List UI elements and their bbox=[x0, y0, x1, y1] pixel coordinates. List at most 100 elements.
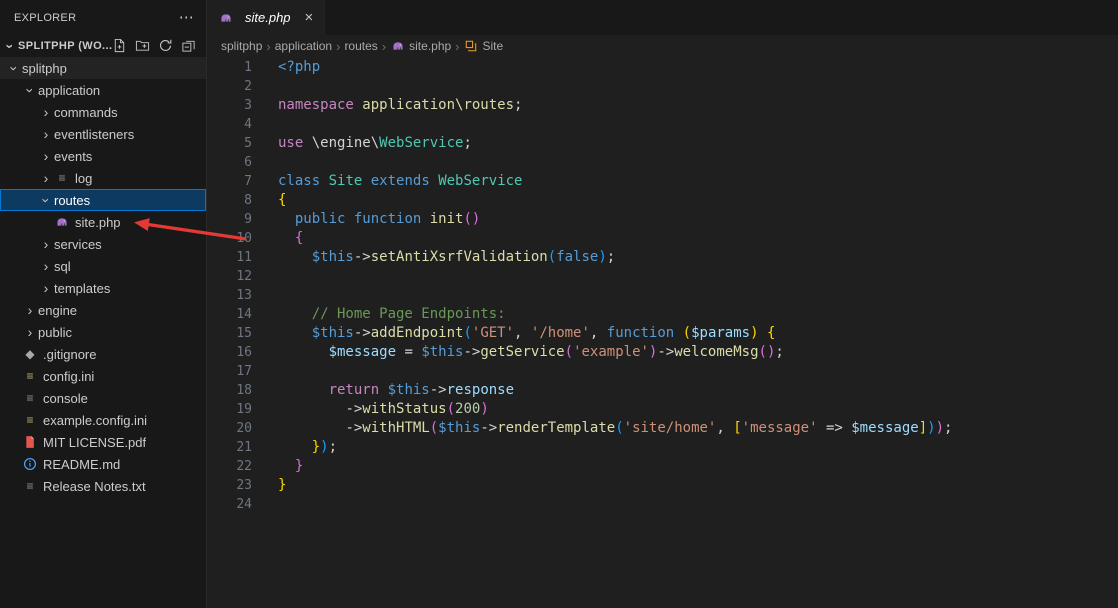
breadcrumb-item-site.php[interactable]: site.php bbox=[390, 39, 451, 54]
code-token: ( bbox=[548, 249, 556, 265]
code-token: ; bbox=[775, 344, 783, 360]
line-number[interactable]: 13 bbox=[207, 286, 252, 305]
breadcrumb-item-application[interactable]: application bbox=[275, 39, 332, 53]
line-number[interactable]: 10 bbox=[207, 229, 252, 248]
code-editor[interactable]: 1<?php23namespace application\routes;45u… bbox=[207, 57, 1118, 608]
line-number[interactable]: 1 bbox=[207, 58, 252, 77]
tree-item-mit-license.pdf[interactable]: MIT LICENSE.pdf bbox=[0, 431, 206, 453]
code-token bbox=[278, 306, 312, 322]
class-icon bbox=[464, 39, 479, 54]
tab-site-php[interactable]: site.php × bbox=[207, 0, 325, 35]
tree-item-templates[interactable]: ›templates bbox=[0, 277, 206, 299]
tree-item-release-notes.txt[interactable]: ≡Release Notes.txt bbox=[0, 475, 206, 497]
code-text: ->withHTML($this->renderTemplate('site/h… bbox=[278, 419, 952, 438]
line-number[interactable]: 19 bbox=[207, 400, 252, 419]
code-token: ) bbox=[750, 325, 758, 341]
line-number[interactable]: 7 bbox=[207, 172, 252, 191]
tree-item-splitphp[interactable]: ›splitphp bbox=[0, 57, 206, 79]
tab-label: site.php bbox=[245, 10, 291, 25]
code-text: return $this->response bbox=[278, 381, 514, 400]
tree-item-eventlisteners[interactable]: ›eventlisteners bbox=[0, 123, 206, 145]
new-folder-icon[interactable] bbox=[135, 38, 151, 54]
vscode-window: EXPLORER ⋯ › SPLITPHP (WO... ›splitphp›a… bbox=[0, 0, 1118, 608]
tree-item-config.ini[interactable]: ≡config.ini bbox=[0, 365, 206, 387]
line-number[interactable]: 4 bbox=[207, 115, 252, 134]
code-token bbox=[379, 382, 387, 398]
code-token: -> bbox=[480, 420, 497, 436]
line-number[interactable]: 3 bbox=[207, 96, 252, 115]
code-text: // Home Page Endpoints: bbox=[278, 305, 506, 324]
line-number[interactable]: 12 bbox=[207, 267, 252, 286]
ini-icon: ≡ bbox=[22, 368, 38, 384]
code-token: ( bbox=[463, 211, 471, 227]
breadcrumb-item-splitphp[interactable]: splitphp bbox=[221, 39, 262, 53]
ini-icon: ≡ bbox=[22, 412, 38, 428]
code-token: , bbox=[514, 325, 531, 341]
code-token: } bbox=[295, 458, 303, 474]
line-number[interactable]: 20 bbox=[207, 419, 252, 438]
tree-item-services[interactable]: ›services bbox=[0, 233, 206, 255]
close-icon[interactable]: × bbox=[305, 9, 314, 26]
line-number[interactable]: 24 bbox=[207, 495, 252, 514]
line-number[interactable]: 8 bbox=[207, 191, 252, 210]
tree-item-site.php[interactable]: site.php bbox=[0, 211, 206, 233]
tree-item-label: README.md bbox=[43, 457, 120, 472]
line-number[interactable]: 18 bbox=[207, 381, 252, 400]
tree-item-example.config.ini[interactable]: ≡example.config.ini bbox=[0, 409, 206, 431]
code-text: <?php bbox=[278, 58, 320, 77]
code-token: Site bbox=[329, 173, 363, 189]
tree-item-sql[interactable]: ›sql bbox=[0, 255, 206, 277]
tree-item-readme.md[interactable]: README.md bbox=[0, 453, 206, 475]
editor-group: site.php × splitphp›application›routes›s… bbox=[207, 0, 1118, 608]
tree-item-engine[interactable]: ›engine bbox=[0, 299, 206, 321]
tree-item-events[interactable]: ›events bbox=[0, 145, 206, 167]
tree-item-console[interactable]: ≡console bbox=[0, 387, 206, 409]
breadcrumb-separator-icon: › bbox=[336, 39, 340, 54]
code-token: ) bbox=[320, 439, 328, 455]
more-actions-icon[interactable]: ⋯ bbox=[179, 10, 194, 25]
tree-item-routes[interactable]: ›routes bbox=[0, 189, 206, 211]
tree-item-public[interactable]: ›public bbox=[0, 321, 206, 343]
chevron-collapsed-icon: › bbox=[38, 105, 54, 120]
code-token: => bbox=[826, 420, 843, 436]
code-token: -> bbox=[657, 344, 674, 360]
code-line: 8{ bbox=[207, 191, 1118, 210]
code-token: ; bbox=[463, 135, 471, 151]
line-number[interactable]: 11 bbox=[207, 248, 252, 267]
code-token bbox=[278, 439, 312, 455]
tree-item-application[interactable]: ›application bbox=[0, 79, 206, 101]
tree-item-log[interactable]: ›≡log bbox=[0, 167, 206, 189]
line-number[interactable]: 21 bbox=[207, 438, 252, 457]
code-text: $message = $this->getService('example')-… bbox=[278, 343, 784, 362]
code-text: namespace application\routes; bbox=[278, 96, 522, 115]
tree-item-label: sql bbox=[54, 259, 71, 274]
code-token: function bbox=[607, 325, 674, 341]
line-number[interactable]: 15 bbox=[207, 324, 252, 343]
line-number[interactable]: 5 bbox=[207, 134, 252, 153]
code-token: { bbox=[278, 192, 286, 208]
collapse-all-icon[interactable] bbox=[181, 38, 197, 54]
line-number[interactable]: 14 bbox=[207, 305, 252, 324]
line-number[interactable]: 16 bbox=[207, 343, 252, 362]
tree-item-.gitignore[interactable]: ◆.gitignore bbox=[0, 343, 206, 365]
line-number[interactable]: 9 bbox=[207, 210, 252, 229]
explorer-actions bbox=[112, 38, 206, 54]
workspace-section-header[interactable]: › SPLITPHP (WO... bbox=[0, 35, 206, 57]
line-number[interactable]: 2 bbox=[207, 77, 252, 96]
code-token: $message bbox=[329, 344, 396, 360]
tree-item-label: engine bbox=[38, 303, 77, 318]
tree-item-label: eventlisteners bbox=[54, 127, 134, 142]
breadcrumb-item-routes[interactable]: routes bbox=[344, 39, 377, 53]
line-number[interactable]: 6 bbox=[207, 153, 252, 172]
line-number[interactable]: 23 bbox=[207, 476, 252, 495]
refresh-icon[interactable] bbox=[158, 38, 174, 54]
code-token bbox=[278, 420, 345, 436]
tree-item-commands[interactable]: ›commands bbox=[0, 101, 206, 123]
code-text: { bbox=[278, 191, 286, 210]
new-file-icon[interactable] bbox=[112, 38, 128, 54]
line-number[interactable]: 22 bbox=[207, 457, 252, 476]
code-token: { bbox=[295, 230, 303, 246]
line-number[interactable]: 17 bbox=[207, 362, 252, 381]
breadcrumb-item-site[interactable]: Site bbox=[464, 39, 504, 54]
code-token: welcomeMsg bbox=[674, 344, 758, 360]
